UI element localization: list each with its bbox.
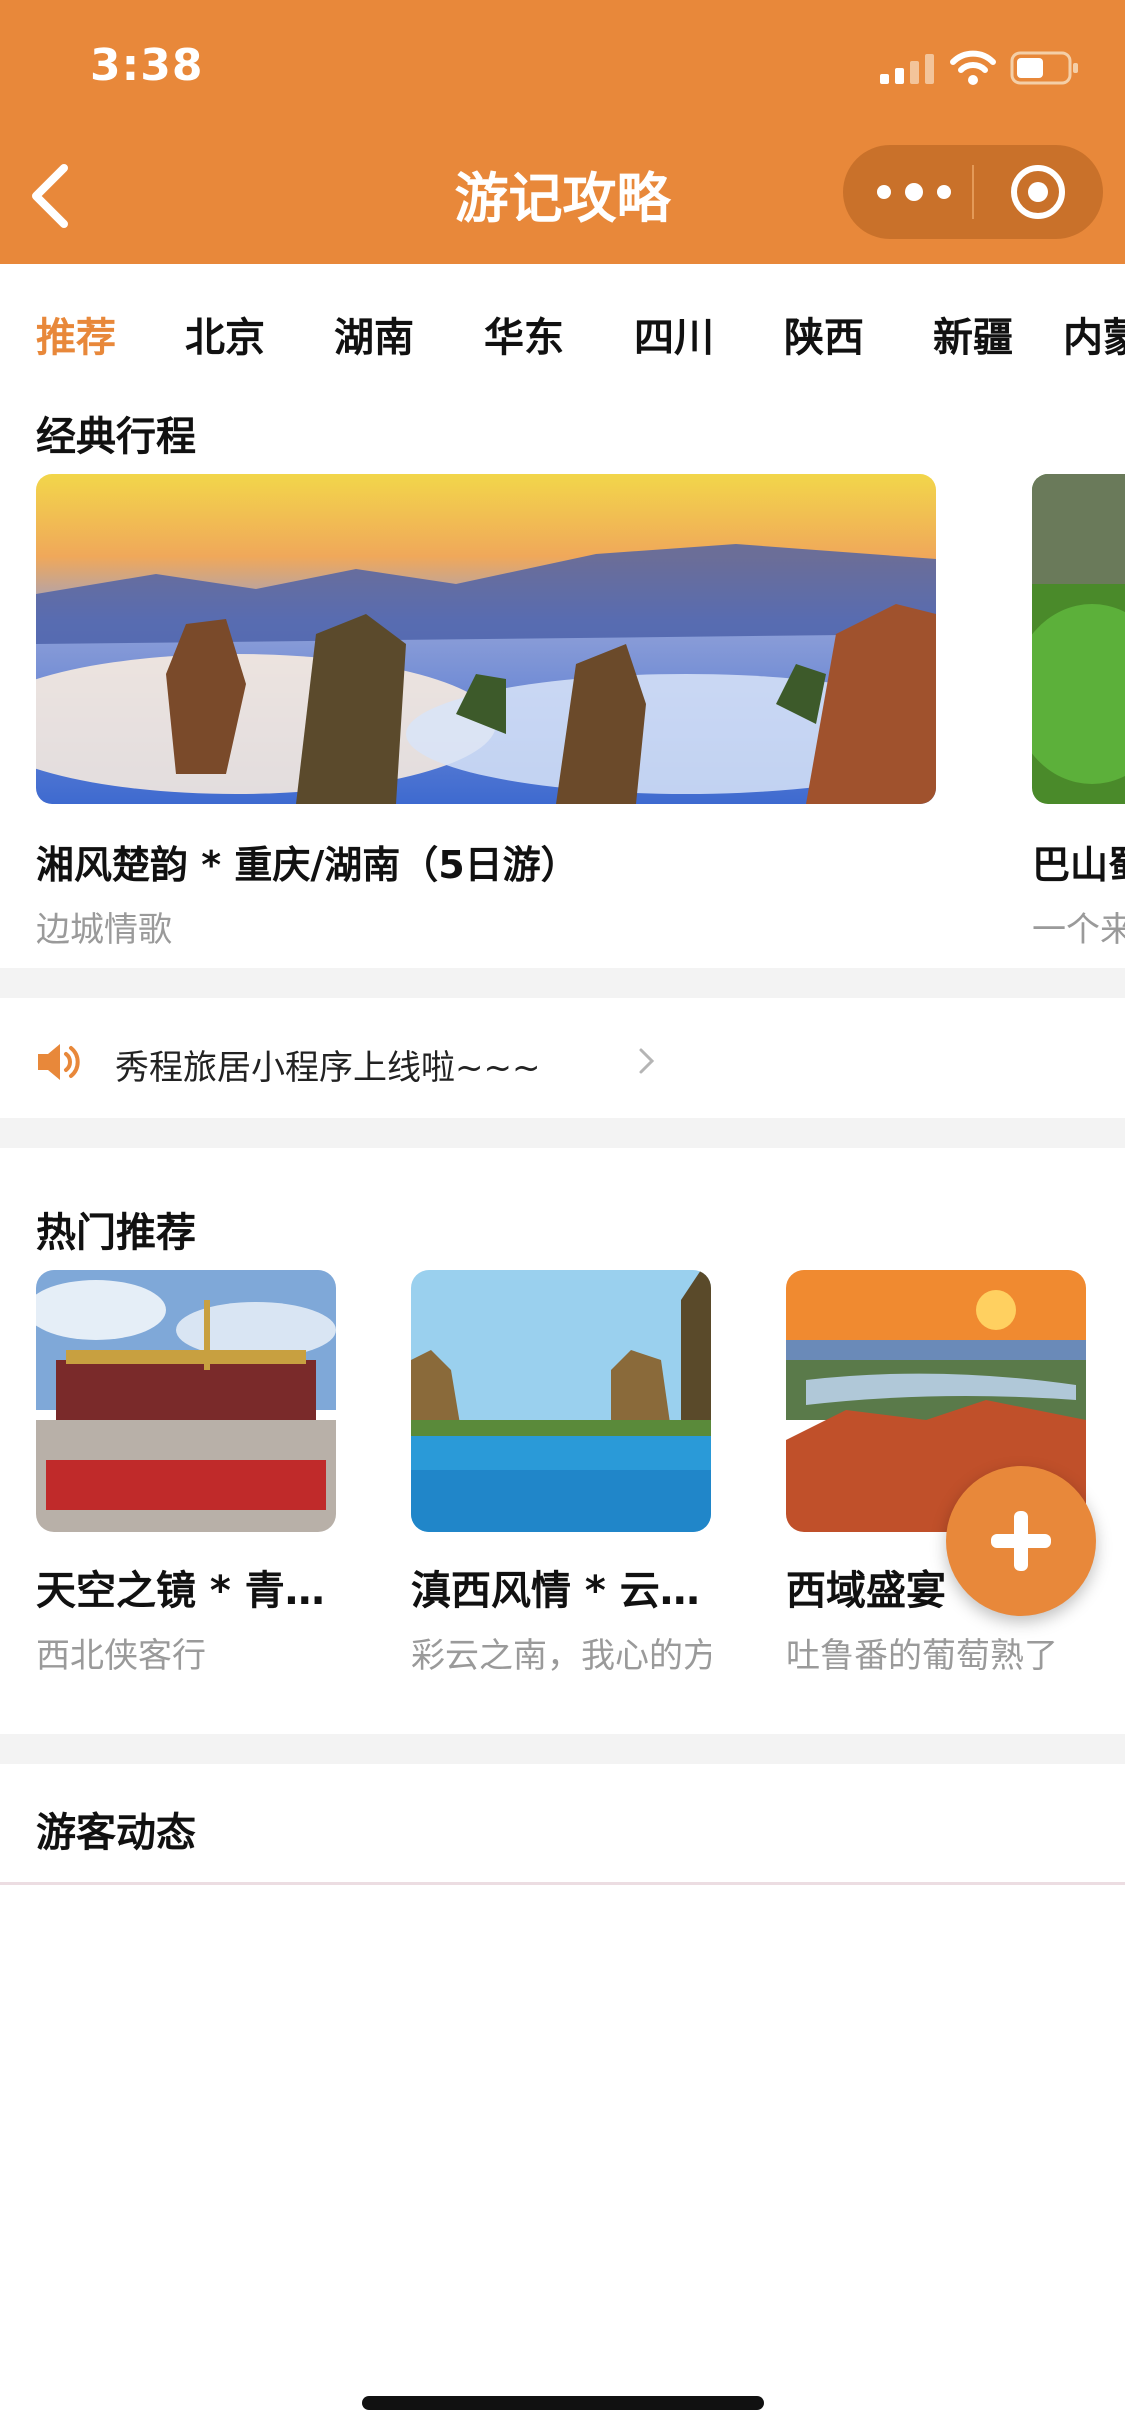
- tab-neimeng[interactable]: 内蒙: [1063, 305, 1125, 363]
- hot-card-image-qinghai[interactable]: [36, 1270, 336, 1532]
- tab-recommend[interactable]: 推荐: [36, 305, 116, 363]
- hot-card-title[interactable]: 天空之镜 * 青…: [36, 1558, 336, 1616]
- section-divider: [0, 1734, 1125, 1764]
- classic-card-title[interactable]: 湘风楚韵 * 重庆/湖南（5日游）: [36, 834, 579, 889]
- classic-card-subtitle-2: 一个来: [1032, 910, 1125, 950]
- hot-card-subtitle: 吐鲁番的葡萄熟了: [786, 1636, 1058, 1676]
- section-title-hot: 热门推荐: [36, 1210, 196, 1256]
- signal-icon: [880, 54, 934, 84]
- plus-icon: [991, 1511, 1051, 1571]
- chevron-right-icon[interactable]: [636, 1046, 658, 1076]
- hot-card-subtitle: 彩云之南，我心的方: [411, 1636, 711, 1676]
- section-title-travelers: 游客动态: [36, 1810, 196, 1856]
- wifi-icon: [950, 50, 996, 85]
- tab-hunan[interactable]: 湖南: [334, 305, 414, 363]
- add-button[interactable]: [946, 1466, 1096, 1616]
- tab-sichuan[interactable]: 四川: [634, 305, 714, 363]
- close-miniprogram-icon[interactable]: [1006, 160, 1070, 224]
- home-indicator[interactable]: [362, 2396, 764, 2410]
- speaker-icon: [38, 1044, 80, 1080]
- section-divider: [0, 1118, 1125, 1148]
- divider: [0, 1882, 1125, 1885]
- classic-card-title-2[interactable]: 巴山蜀: [1032, 834, 1125, 889]
- tab-xinjiang[interactable]: 新疆: [933, 305, 1013, 363]
- classic-card-subtitle: 边城情歌: [36, 910, 172, 950]
- more-icon[interactable]: [870, 168, 958, 216]
- hot-card-image-yunnan[interactable]: [411, 1270, 711, 1532]
- card-image-zhangjiajie[interactable]: [36, 474, 936, 804]
- tab-huadong[interactable]: 华东: [484, 305, 564, 363]
- capsule-divider: [972, 165, 974, 219]
- tab-shaanxi[interactable]: 陕西: [784, 305, 864, 363]
- notice-text[interactable]: 秀程旅居小程序上线啦~~~: [115, 1040, 540, 1089]
- hot-card-subtitle: 西北侠客行: [36, 1636, 206, 1676]
- status-time: 3:38: [90, 40, 204, 91]
- tab-beijing[interactable]: 北京: [185, 305, 265, 363]
- hot-card-title[interactable]: 滇西风情 * 云…: [411, 1558, 711, 1616]
- card-image-bashan[interactable]: [1032, 474, 1125, 804]
- section-title-classic: 经典行程: [36, 414, 196, 460]
- section-divider: [0, 968, 1125, 998]
- battery-icon: [1010, 51, 1078, 85]
